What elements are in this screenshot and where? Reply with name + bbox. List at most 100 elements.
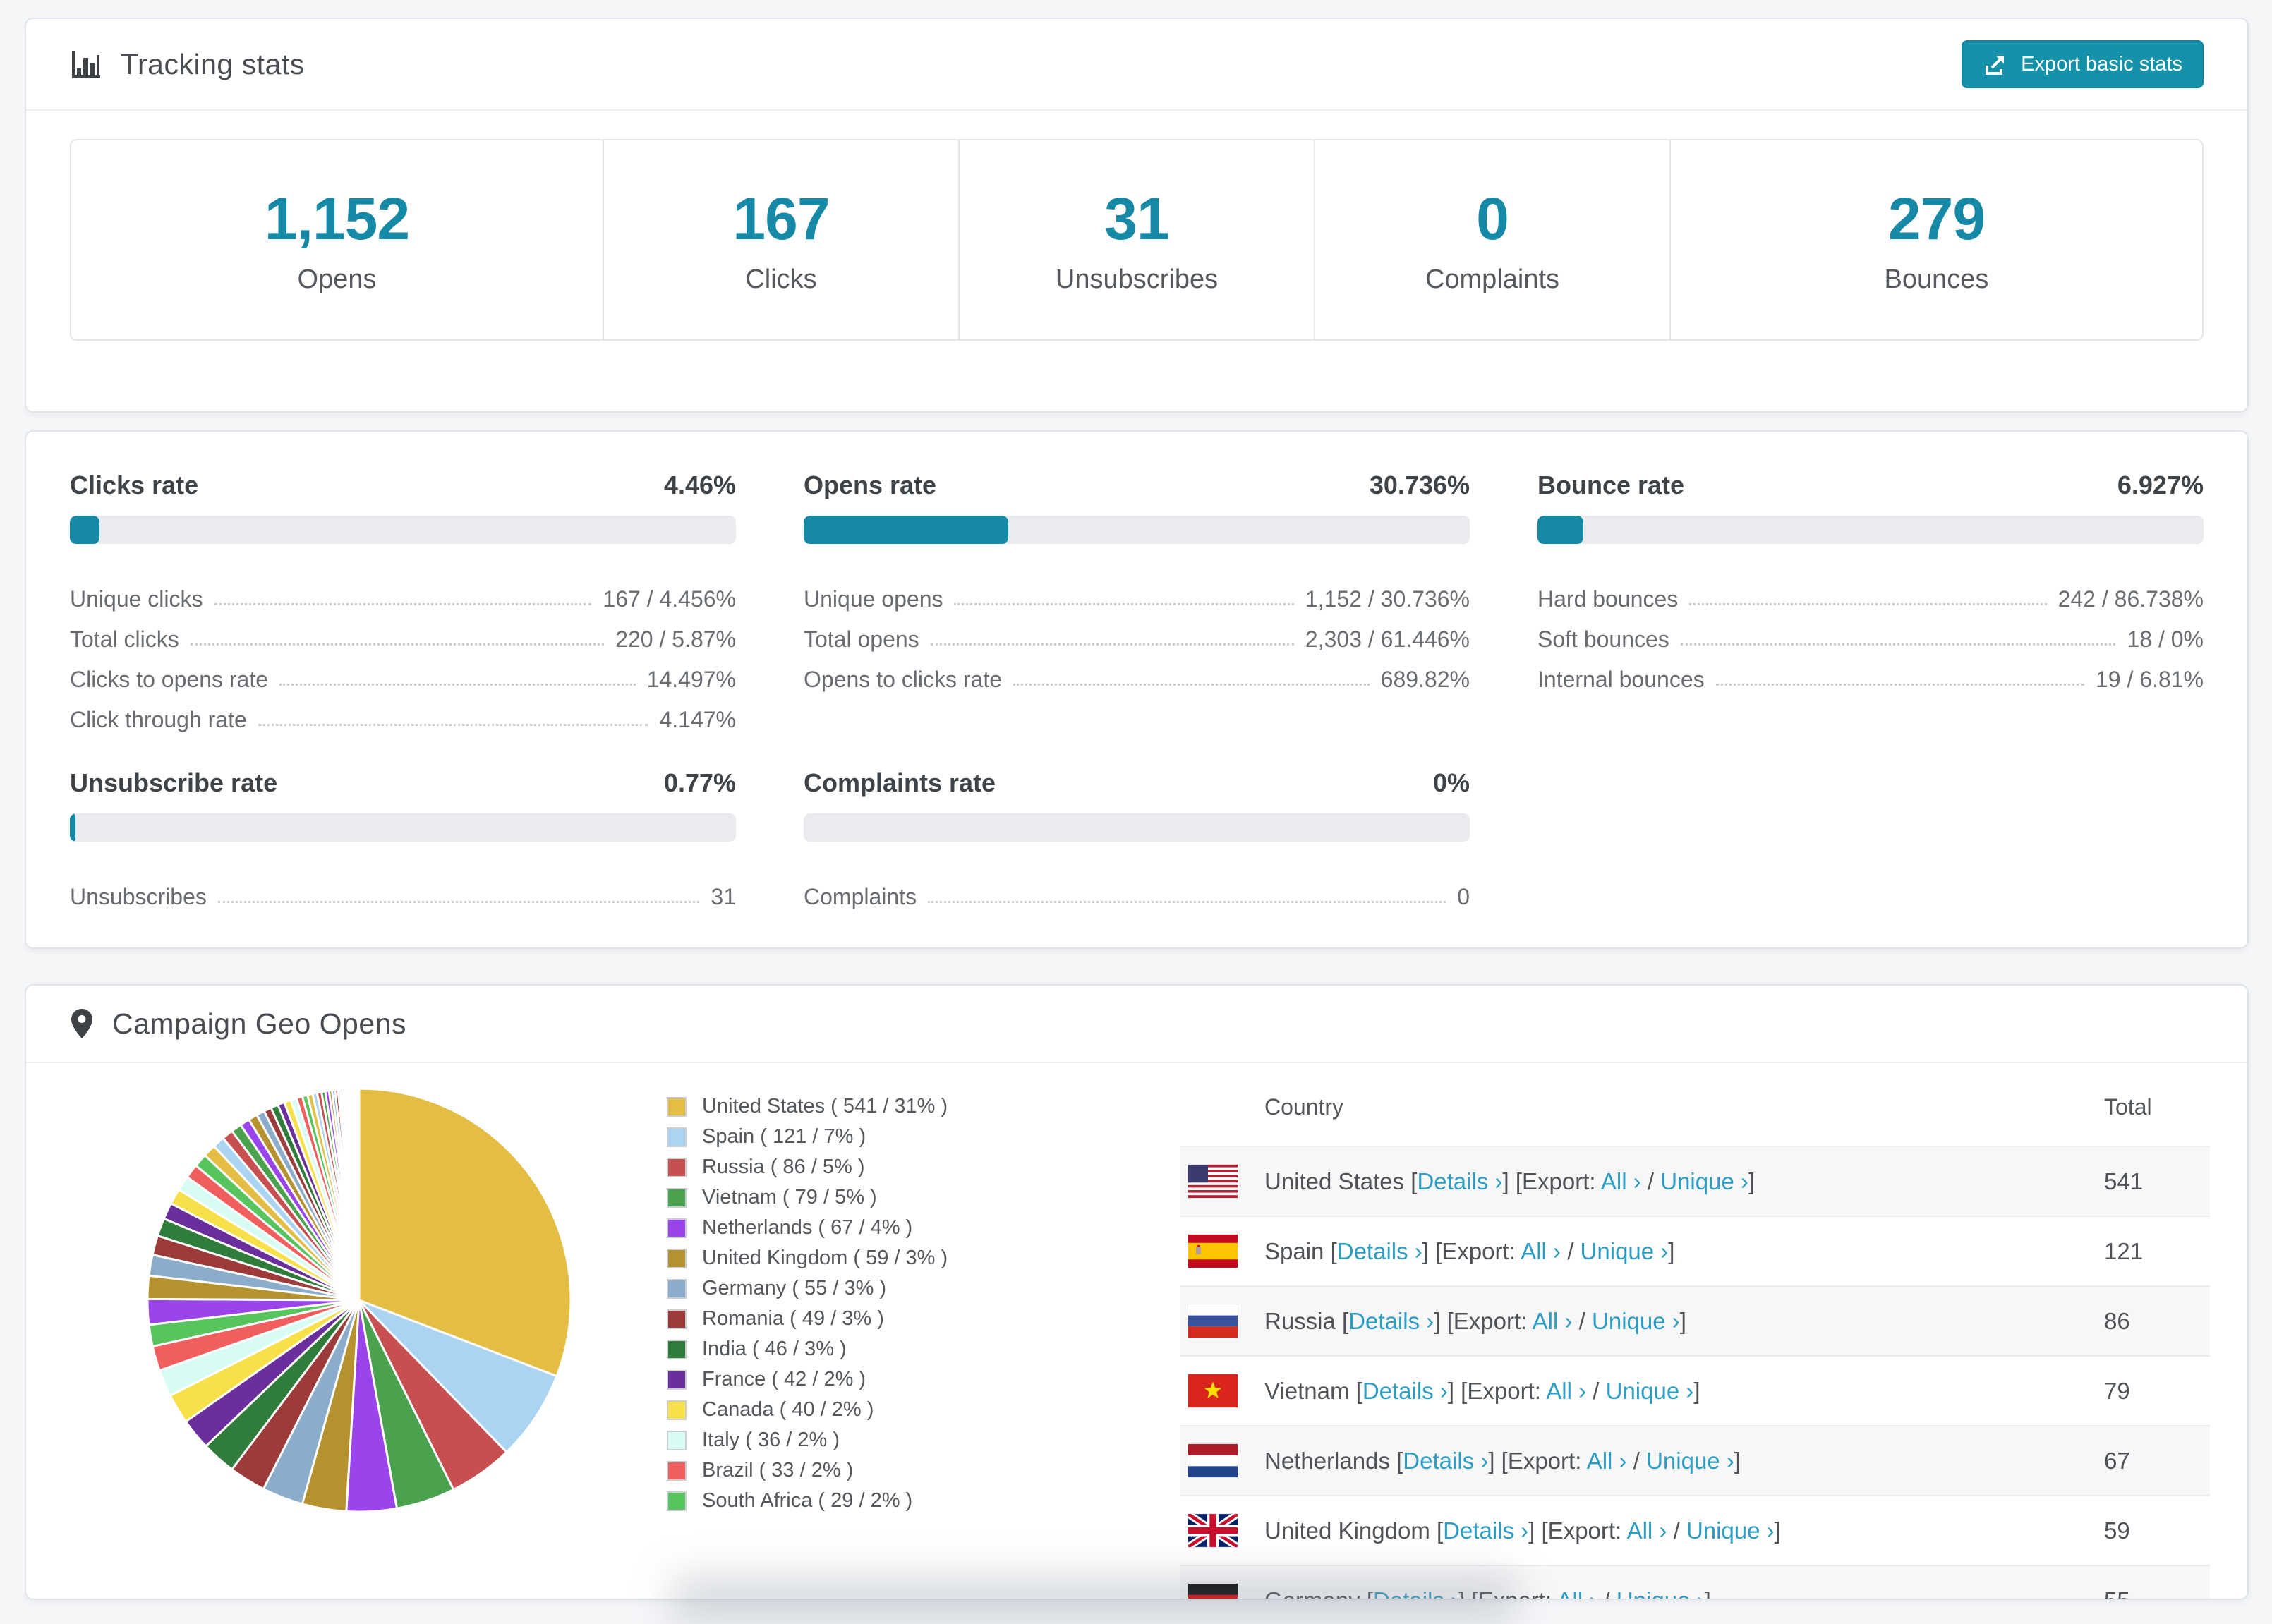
export-all-link[interactable]: All › bbox=[1546, 1378, 1586, 1404]
bracket-text: ] [Export: bbox=[1447, 1377, 1547, 1404]
panel-value: 4.46% bbox=[663, 471, 736, 499]
rate-panel-clicks-rate: Clicks rate 4.46% Unique clicks 167 / 4.456… bbox=[70, 471, 736, 733]
export-unique-link[interactable]: Unique › bbox=[1646, 1448, 1734, 1474]
bracket-text: ] bbox=[1693, 1377, 1700, 1404]
export-basic-stats-button[interactable]: Export basic stats bbox=[1962, 40, 2204, 88]
export-all-link[interactable]: All › bbox=[1587, 1448, 1627, 1474]
rate-detail-row: Total opens 2,303 / 61.446% bbox=[804, 612, 1470, 653]
table-row-nl: Netherlands [Details ›] [Export: All › /… bbox=[1180, 1425, 2210, 1495]
details-link[interactable]: Details › bbox=[1403, 1448, 1488, 1474]
progress-bar bbox=[804, 516, 1470, 544]
separator-text: / bbox=[1572, 1307, 1593, 1334]
legend-item-romania: Romania ( 49 / 3% ) bbox=[667, 1304, 948, 1334]
rate-detail-label: Click through rate bbox=[70, 707, 247, 732]
bar-chart-icon bbox=[70, 48, 102, 80]
bracket-text: ] [Export: bbox=[1488, 1447, 1587, 1474]
export-all-link[interactable]: All › bbox=[1521, 1238, 1561, 1264]
panel-title: Unsubscribe rate bbox=[70, 768, 278, 797]
dotted-leader bbox=[1689, 603, 2047, 605]
export-button-label: Export basic stats bbox=[2021, 52, 2182, 75]
export-all-link[interactable]: All › bbox=[1601, 1168, 1641, 1194]
rate-detail-value: 19 / 6.81% bbox=[2096, 667, 2204, 692]
geo-country-table: Country Total United States [Details ›] … bbox=[1180, 1084, 2210, 1600]
tracking-card-header: Tracking stats Export basic stats bbox=[26, 19, 2247, 111]
legend-label: India ( 46 / 3% ) bbox=[702, 1338, 847, 1360]
rate-panel-bounce-rate: Bounce rate 6.927% Hard bounces 242 / 86.73… bbox=[1537, 471, 2204, 733]
rate-detail-value: 31 bbox=[711, 884, 736, 909]
details-link[interactable]: Details › bbox=[1417, 1168, 1502, 1194]
export-unique-link[interactable]: Unique › bbox=[1606, 1378, 1694, 1404]
bracket-text: ] [Export: bbox=[1528, 1517, 1627, 1544]
dotted-leader bbox=[190, 643, 605, 646]
export-unique-link[interactable]: Unique › bbox=[1660, 1168, 1748, 1194]
nl-flag-icon bbox=[1188, 1444, 1238, 1477]
progress-bar-fill bbox=[70, 516, 100, 544]
legend-swatch bbox=[667, 1430, 687, 1450]
progress-bar-fill bbox=[1537, 516, 1584, 544]
stats-summary-box: 1,152 Opens 167 Clicks 31 Unsubscribes 0 Compla… bbox=[70, 139, 2204, 341]
legend-label: Vietnam ( 79 / 5% ) bbox=[702, 1186, 877, 1208]
export-unique-link[interactable]: Unique › bbox=[1686, 1517, 1775, 1544]
pie-legend: United States ( 541 / 31% ) Spain ( 121 /… bbox=[667, 1091, 948, 1516]
bracket-text: ] [Export: bbox=[1502, 1168, 1601, 1194]
vn-flag-icon bbox=[1188, 1374, 1238, 1407]
dotted-leader bbox=[1680, 643, 2116, 646]
export-all-link[interactable]: All › bbox=[1557, 1587, 1597, 1599]
rate-detail-label: Opens to clicks rate bbox=[804, 667, 1002, 692]
country-cell: United States [Details ›] [Export: All ›… bbox=[1264, 1168, 2104, 1195]
bracket-text: ] bbox=[1679, 1307, 1686, 1334]
rate-detail-label: Complaints bbox=[804, 884, 917, 909]
stat-cell-complaints: 0 Complaints bbox=[1314, 140, 1669, 339]
geo-card-title: Campaign Geo Opens bbox=[112, 1007, 406, 1040]
export-unique-link[interactable]: Unique › bbox=[1581, 1238, 1669, 1264]
rate-panel-complaints-rate: Complaints rate 0% Complaints 0 bbox=[804, 768, 1470, 910]
rate-detail-label: Total clicks bbox=[70, 626, 179, 652]
rate-detail-value: 14.497% bbox=[646, 667, 736, 692]
legend-label: United Kingdom ( 59 / 3% ) bbox=[702, 1247, 948, 1269]
rate-detail-label: Hard bounces bbox=[1537, 586, 1679, 612]
rate-detail-label: Soft bounces bbox=[1537, 626, 1669, 652]
geo-opens-card: Campaign Geo Opens United States ( 541 /… bbox=[25, 984, 2249, 1600]
stat-value: 1,152 bbox=[264, 186, 410, 252]
legend-swatch bbox=[667, 1309, 687, 1329]
details-link[interactable]: Details › bbox=[1348, 1308, 1434, 1334]
legend-label: Canada ( 40 / 2% ) bbox=[702, 1398, 874, 1421]
rate-detail-label: Unique opens bbox=[804, 586, 943, 612]
rate-detail-label: Unique clicks bbox=[70, 586, 203, 612]
country-name: Netherlands [ bbox=[1264, 1447, 1403, 1474]
stat-cell-opens: 1,152 Opens bbox=[71, 140, 603, 339]
stat-value: 31 bbox=[1104, 186, 1169, 252]
legend-label: Spain ( 121 / 7% ) bbox=[702, 1125, 866, 1148]
export-unique-link[interactable]: Unique › bbox=[1617, 1587, 1705, 1599]
rate-detail-value: 689.82% bbox=[1380, 667, 1470, 692]
legend-swatch bbox=[667, 1096, 687, 1117]
rate-detail-value: 4.147% bbox=[659, 707, 736, 732]
rate-detail-label: Unsubscribes bbox=[70, 884, 207, 909]
geo-opens-pie-chart[interactable] bbox=[142, 1083, 576, 1517]
pie-slice[interactable] bbox=[357, 1087, 361, 1301]
legend-item-india: India ( 46 / 3% ) bbox=[667, 1334, 948, 1364]
legend-swatch bbox=[667, 1460, 687, 1481]
export-all-link[interactable]: All › bbox=[1533, 1308, 1573, 1334]
country-name: Russia [ bbox=[1264, 1307, 1349, 1334]
separator-text: / bbox=[1640, 1168, 1661, 1194]
stat-label: Clicks bbox=[745, 265, 817, 294]
details-link[interactable]: Details › bbox=[1337, 1238, 1422, 1264]
separator-text: / bbox=[1597, 1587, 1617, 1600]
country-cell: United Kingdom [Details ›] [Export: All … bbox=[1264, 1517, 2104, 1544]
progress-bar bbox=[1537, 516, 2204, 544]
tracking-stats-card: Tracking stats Export basic stats 1,152 O… bbox=[25, 18, 2249, 413]
table-row-gb: United Kingdom [Details ›] [Export: All … bbox=[1180, 1495, 2210, 1565]
geo-body: United States ( 541 / 31% ) Spain ( 121 /… bbox=[26, 1063, 2247, 1600]
legend-swatch bbox=[667, 1127, 687, 1147]
panel-header: Opens rate 30.736% bbox=[804, 471, 1470, 500]
country-name: United Kingdom [ bbox=[1264, 1517, 1444, 1544]
stat-cell-unsubscribes: 31 Unsubscribes bbox=[958, 140, 1314, 339]
export-all-link[interactable]: All › bbox=[1627, 1517, 1667, 1544]
details-link[interactable]: Details › bbox=[1443, 1517, 1528, 1544]
export-unique-link[interactable]: Unique › bbox=[1592, 1308, 1680, 1334]
table-row-us: United States [Details ›] [Export: All ›… bbox=[1180, 1146, 2210, 1216]
dotted-leader bbox=[1715, 684, 2084, 686]
es-flag-icon bbox=[1188, 1235, 1238, 1268]
details-link[interactable]: Details › bbox=[1362, 1378, 1448, 1404]
